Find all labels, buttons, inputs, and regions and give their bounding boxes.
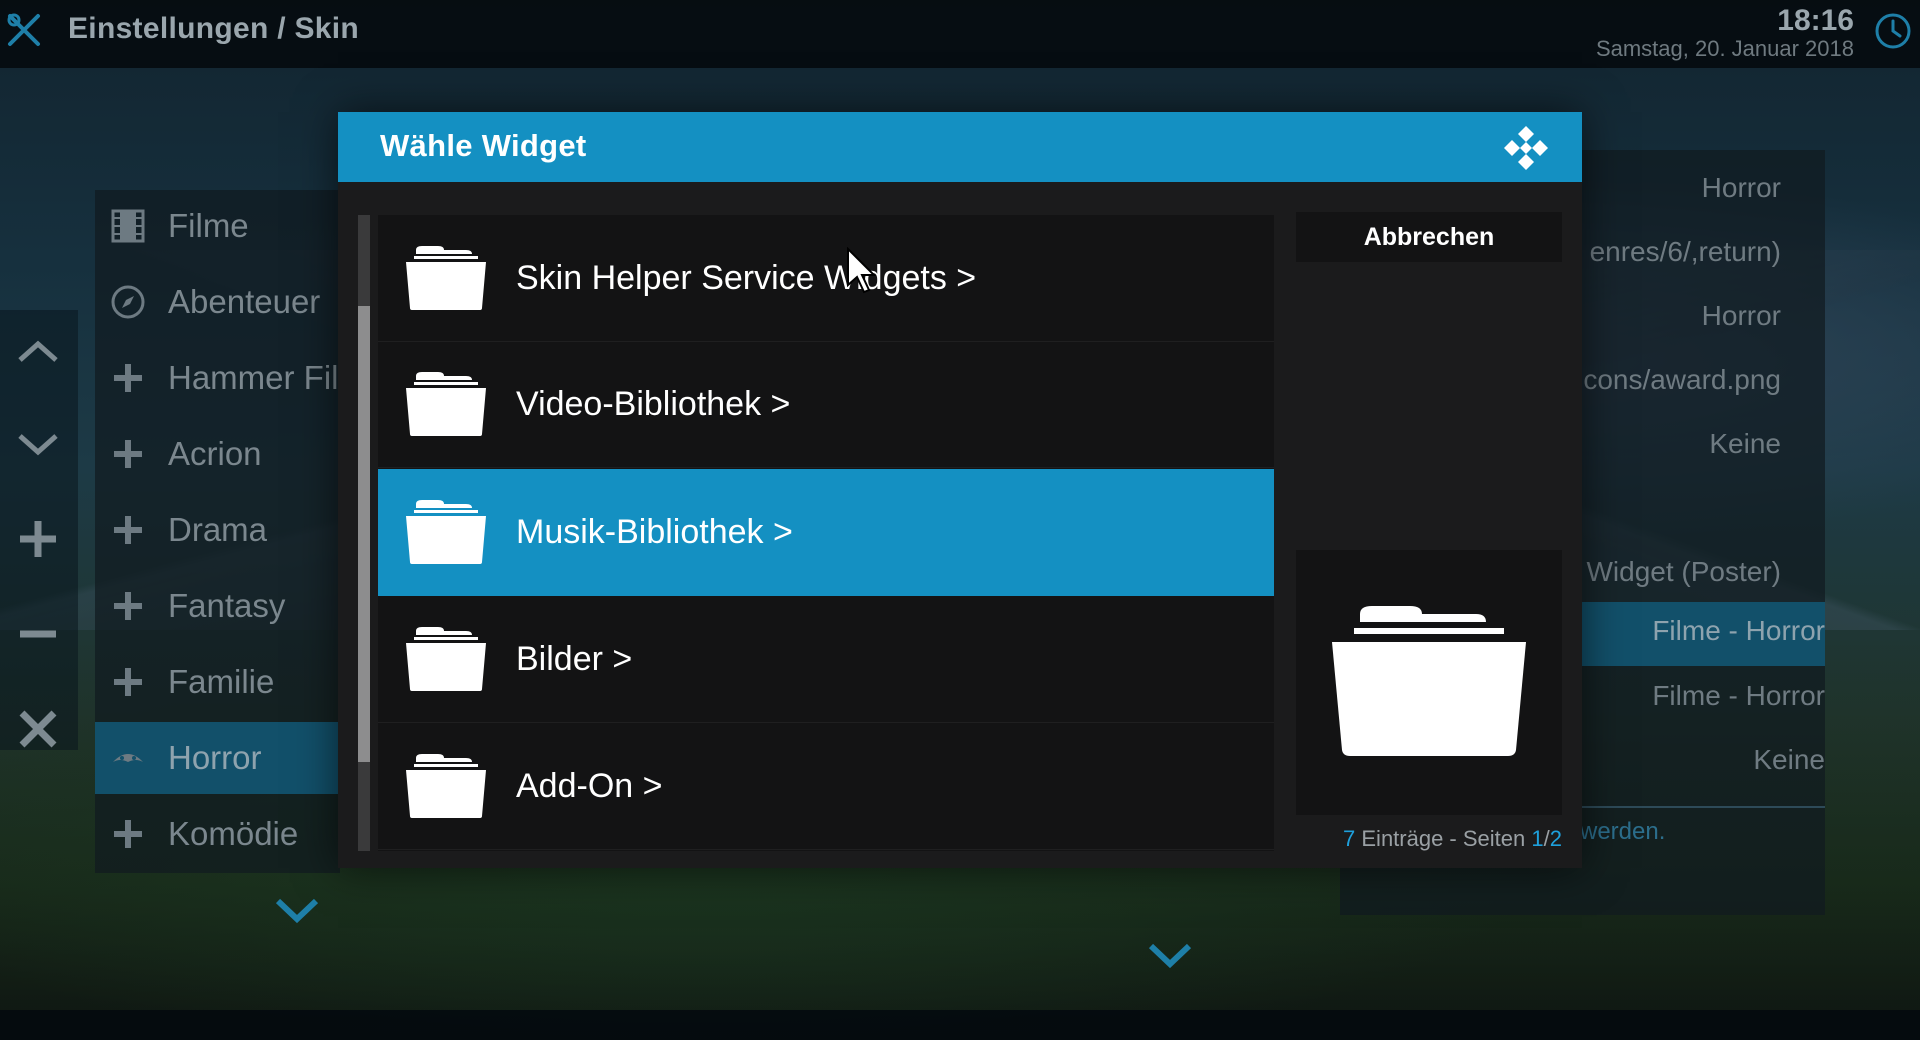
clock-date: Samstag, 20. Januar 2018 (1595, 36, 1854, 61)
list-item[interactable]: Drama (95, 494, 340, 566)
list-item[interactable]: Bilder > (378, 596, 1274, 723)
list-item-label: Fantasy (168, 587, 286, 624)
film-icon (108, 206, 148, 246)
select-widget-dialog: Wähle Widget Skin Helper Service Widgets… (338, 112, 1582, 868)
list-item[interactable]: Abenteuer (95, 266, 340, 338)
side-controls (0, 310, 78, 750)
chevron-down-icon[interactable] (272, 895, 322, 927)
list-item-label: Abenteuer (168, 283, 321, 320)
plus-icon (108, 586, 148, 626)
mouse-cursor-icon (846, 246, 877, 295)
list-item-focused[interactable]: Musik-Bibliothek > (378, 469, 1274, 596)
list-item[interactable]: Acrion (95, 418, 340, 490)
page-title: Einstellungen / Skin (68, 12, 360, 45)
divider (1580, 806, 1825, 808)
entry-count: 7 (1343, 826, 1356, 851)
list-item-label: Video-Bibliothek > (516, 384, 791, 423)
list-item-label: Komödie (168, 815, 299, 852)
plus-icon[interactable] (14, 515, 62, 563)
chevron-down-icon[interactable] (14, 420, 62, 468)
list-item-label: Acrion (168, 435, 262, 472)
list-item-label: Skin Helper Service Widgets > (516, 258, 977, 297)
clock-time: 18:16 (1777, 4, 1854, 37)
plus-icon (108, 434, 148, 474)
hint-text: werden. (1580, 818, 1666, 845)
dialog-header: Wähle Widget (338, 112, 1582, 182)
minus-icon[interactable] (14, 610, 62, 658)
folder-icon (402, 370, 490, 438)
chevron-down-icon[interactable] (1145, 940, 1195, 972)
background-menu-list: Filme Abenteuer Hammer Fil Acrion Drama … (95, 190, 340, 873)
top-bar: Einstellungen / Skin 18:16 Samstag, 20. … (0, 0, 1920, 68)
chevron-up-icon[interactable] (14, 328, 62, 376)
setting-value[interactable]: cons/award.png (1583, 364, 1781, 396)
plus-icon (108, 358, 148, 398)
list-item-label: Bilder > (516, 639, 633, 678)
bottom-bar (0, 1010, 1920, 1040)
list-scrollbar[interactable] (358, 215, 370, 851)
setting-value[interactable]: enres/6/,return) (1590, 236, 1781, 268)
setting-value[interactable]: Widget (Poster) (1587, 556, 1782, 588)
clock-icon (1874, 12, 1912, 50)
plus-icon (108, 814, 148, 854)
folder-icon (402, 625, 490, 693)
plus-icon (108, 510, 148, 550)
setting-value[interactable]: Horror (1702, 172, 1781, 204)
list-item-label: Filme (168, 207, 249, 244)
folder-icon (402, 498, 490, 566)
folder-icon (402, 752, 490, 820)
setting-value[interactable]: Keine (1753, 744, 1825, 776)
plus-icon (108, 662, 148, 702)
folder-icon (402, 244, 490, 312)
list-item[interactable]: Fantasy (95, 570, 340, 642)
total-pages: 2 (1549, 826, 1562, 851)
list-item[interactable]: Video-Bibliothek > (378, 341, 1274, 468)
setting-value[interactable]: Filme - Horror (1652, 680, 1825, 712)
list-item-label: Musik-Bibliothek > (516, 512, 793, 551)
list-item[interactable]: Hammer Fil (95, 342, 340, 414)
list-item-label: Add-On > (516, 766, 663, 805)
item-count: 7 Einträge - Seiten 1/2 (1343, 826, 1562, 852)
list-item[interactable]: Add-On > (378, 723, 1274, 850)
list-item[interactable]: Skin Helper Service Widgets > (378, 215, 1274, 342)
widget-list: Skin Helper Service Widgets > Video-Bibl… (378, 215, 1274, 851)
list-item-label: Horror (168, 739, 262, 776)
list-item[interactable]: Komödie (95, 798, 340, 870)
mask-icon (108, 738, 148, 778)
cancel-button[interactable]: Abbrechen (1296, 212, 1562, 262)
scrollbar-thumb[interactable] (358, 306, 370, 762)
list-item[interactable]: Filme (95, 190, 340, 262)
compass-icon (108, 282, 148, 322)
close-icon[interactable] (14, 705, 62, 753)
list-item-label: Hammer Fil (168, 359, 339, 396)
entry-count-label: Einträge - Seiten (1355, 826, 1532, 851)
folder-icon (1332, 606, 1526, 756)
preview-panel (1296, 550, 1562, 815)
list-item-active[interactable]: Horror (95, 722, 340, 794)
current-page: 1 (1531, 826, 1544, 851)
list-item-label: Familie (168, 663, 275, 700)
list-item-label: Drama (168, 511, 268, 548)
list-item[interactable]: Familie (95, 646, 340, 718)
settings-icon (6, 12, 42, 48)
setting-value[interactable]: Filme - Horror (1652, 615, 1825, 647)
setting-value[interactable]: Horror (1702, 300, 1781, 332)
kodi-logo-icon (1504, 123, 1554, 173)
dialog-title: Wähle Widget (380, 128, 587, 163)
setting-value[interactable]: Keine (1709, 428, 1781, 460)
